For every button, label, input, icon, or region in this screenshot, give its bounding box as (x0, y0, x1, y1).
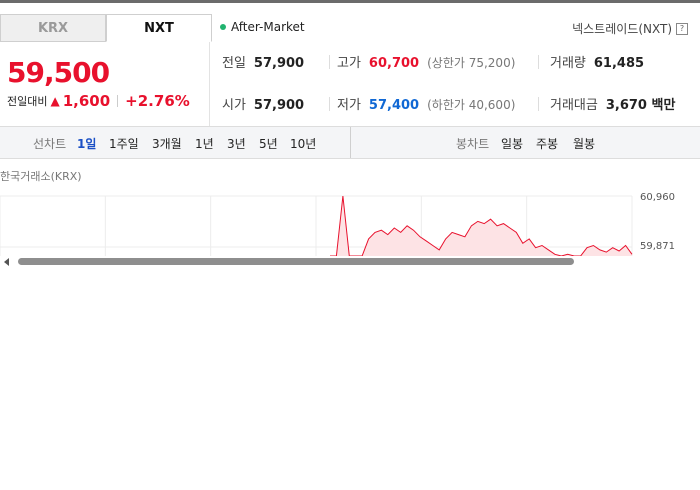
stat-low: 저가 57,400 (하한가 40,600) (337, 94, 515, 113)
chart-toolbar: 선차트 1일 1주일 3개월 1년 3년 5년 10년 봉차트 일봉 주봉 월봉 (0, 126, 700, 159)
stat-open: 시가 57,900 (222, 94, 304, 113)
current-price: 59,500 (7, 56, 110, 89)
candle-daily[interactable]: 일봉 (501, 135, 523, 152)
period-1y[interactable]: 1년 (195, 135, 214, 152)
stat-high: 고가 60,700 (상한가 75,200) (337, 52, 515, 71)
stat-value: 57,900 (253, 98, 305, 113)
line-chart-label: 선차트 (33, 137, 67, 151)
period-10y[interactable]: 10년 (290, 135, 316, 152)
scroll-left-arrow-icon[interactable] (4, 258, 9, 266)
candle-chart-label: 봉차트 (456, 137, 490, 151)
change-up-arrow-icon: ▲ (50, 94, 60, 108)
stat-separator (538, 97, 539, 111)
chart-scrollbar[interactable] (0, 255, 700, 268)
price-chart: 60,960 59,871 (0, 192, 675, 256)
change-amount: 1,600 (62, 92, 111, 110)
market-tabs: KRX NXT (0, 14, 212, 42)
price-change: 전일대비 ▲ 1,600 +2.76% (7, 92, 190, 110)
tab-krx[interactable]: KRX (0, 14, 106, 42)
quote-divider (209, 42, 210, 126)
quote-stats: 전일 57,900 고가 60,700 (상한가 75,200) 거래량 61,… (222, 52, 700, 136)
stat-label: 저가 (337, 98, 361, 113)
candle-monthly[interactable]: 월봉 (573, 135, 595, 152)
change-label: 전일대비 (7, 95, 48, 108)
tab-nxt[interactable]: NXT (106, 14, 212, 42)
y-tick-label: 59,871 (640, 241, 675, 252)
stat-separator (538, 55, 539, 69)
stats-row-1: 전일 57,900 고가 60,700 (상한가 75,200) 거래량 61,… (222, 52, 700, 72)
help-icon[interactable]: ? (676, 22, 688, 35)
stat-value: 57,400 (368, 98, 420, 113)
stat-value: 61,485 (593, 56, 645, 71)
candle-weekly[interactable]: 주봉 (536, 135, 558, 152)
stat-amount: 거래대금 3,670 백만 (550, 94, 675, 113)
exchange-info: 넥스트레이드(NXT) ? (572, 20, 688, 37)
stat-label: 고가 (337, 56, 361, 71)
stat-limit: (하한가 40,600) (427, 98, 516, 112)
change-separator (117, 95, 119, 107)
period-5y[interactable]: 5년 (259, 135, 278, 152)
top-border (0, 0, 700, 3)
stat-limit: (상한가 75,200) (427, 56, 516, 70)
session-label: After-Market (231, 20, 305, 34)
chart-source: 한국거래소(KRX) (0, 170, 82, 183)
session-indicator: After-Market (220, 20, 305, 34)
exchange-name: 넥스트레이드(NXT) (572, 22, 672, 36)
status-dot-icon (220, 24, 226, 30)
stat-volume: 거래량 61,485 (550, 52, 644, 71)
period-3m[interactable]: 3개월 (152, 135, 182, 152)
toolbar-divider (350, 127, 351, 158)
scrollbar-thumb[interactable] (18, 258, 574, 265)
stat-label: 시가 (222, 98, 246, 113)
y-tick-label: 60,960 (640, 192, 675, 203)
stat-label: 거래대금 (550, 98, 598, 113)
stats-row-2: 시가 57,900 저가 57,400 (하한가 40,600) 거래대금 3,… (222, 94, 700, 114)
stat-separator (329, 97, 330, 111)
stat-label: 거래량 (550, 56, 586, 71)
stat-value: 3,670 백만 (605, 98, 676, 113)
stat-separator (329, 55, 330, 69)
stat-value: 57,900 (253, 56, 305, 71)
stat-prev: 전일 57,900 (222, 52, 304, 71)
stat-value: 60,700 (368, 56, 420, 71)
stat-label: 전일 (222, 56, 246, 71)
change-percent: +2.76% (125, 92, 190, 110)
period-1d[interactable]: 1일 (77, 135, 96, 152)
period-3y[interactable]: 3년 (227, 135, 246, 152)
period-1w[interactable]: 1주일 (109, 135, 139, 152)
